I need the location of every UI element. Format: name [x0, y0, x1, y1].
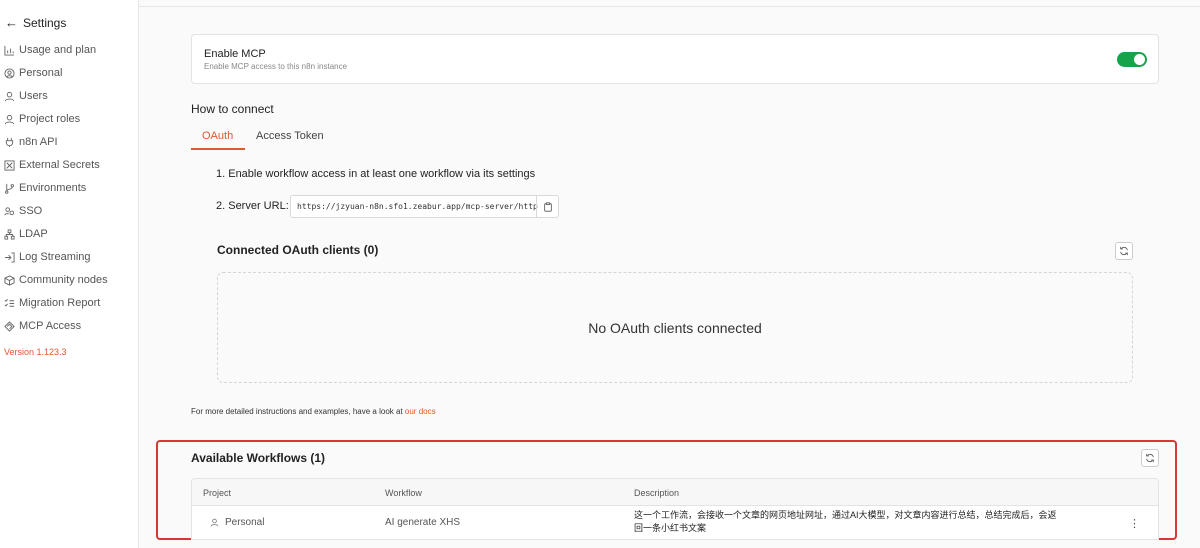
version-label: Version 1.123.3	[4, 347, 67, 357]
connect-tabs: OAuth Access Token	[191, 126, 361, 150]
docs-link[interactable]: our docs	[405, 407, 436, 416]
sidebar-item-usage-and-plan[interactable]: Usage and plan	[4, 42, 96, 58]
sidebar-item-project-roles[interactable]: Project roles	[4, 111, 80, 127]
plug-icon	[4, 137, 15, 148]
table-header: Project Workflow Description	[192, 479, 1158, 506]
enable-mcp-toggle[interactable]	[1117, 52, 1147, 67]
refresh-workflows-button[interactable]	[1141, 449, 1159, 467]
mcp-icon	[4, 320, 15, 332]
sidebar-item-ldap[interactable]: LDAP	[4, 226, 48, 242]
copy-url-button[interactable]	[536, 196, 558, 217]
sidebar-item-migration-report[interactable]: Migration Report	[4, 295, 100, 311]
server-url-value[interactable]: https://jzyuan-n8n.sfo1.zeabur.app/mcp-s…	[297, 202, 538, 211]
sidebar-title: Settings	[23, 15, 67, 30]
oauth-clients-empty-state: No OAuth clients connected	[217, 272, 1133, 383]
row-project: Personal	[210, 517, 264, 528]
sidebar-item-users[interactable]: Users	[4, 88, 48, 104]
refresh-icon	[1120, 246, 1128, 256]
sidebar-item-log-streaming[interactable]: Log Streaming	[4, 249, 91, 265]
user-icon	[4, 91, 15, 102]
users-icon	[4, 206, 15, 217]
oauth-clients-title: Connected OAuth clients (0)	[217, 243, 379, 257]
server-url-field[interactable]: https://jzyuan-n8n.sfo1.zeabur.app/mcp-s…	[290, 195, 559, 218]
vault-icon	[4, 159, 15, 171]
how-to-connect-heading: How to connect	[191, 102, 274, 116]
sidebar-item-label: Usage and plan	[19, 44, 97, 56]
tab-oauth[interactable]: OAuth	[202, 130, 233, 142]
column-header-workflow: Workflow	[385, 488, 422, 498]
row-project-name: Personal	[225, 517, 265, 528]
top-divider	[139, 6, 1200, 7]
list-check-icon	[4, 298, 15, 309]
sidebar-item-label: MCP Access	[19, 320, 82, 332]
sidebar-item-label: Migration Report	[19, 297, 101, 309]
enable-mcp-card: Enable MCP Enable MCP access to this n8n…	[191, 34, 1159, 84]
log-in-icon	[4, 251, 15, 263]
row-workflow-name[interactable]: AI generate XHS	[385, 517, 460, 528]
docs-note: For more detailed instructions and examp…	[191, 407, 436, 416]
step-1-text: 1. Enable workflow access in at least on…	[216, 168, 536, 180]
docs-text: For more detailed instructions and examp…	[191, 407, 403, 416]
arrow-left-icon: ←	[5, 15, 18, 30]
user-icon	[4, 114, 15, 125]
row-description: 这一个工作流，会接收一个文章的网页地址网址，通过AI大模型，对文章内容进行总结，…	[634, 510, 1057, 533]
active-tab-indicator	[191, 148, 245, 150]
refresh-oauth-button[interactable]	[1115, 242, 1133, 260]
settings-sidebar: ← Settings Usage and plan Personal Users…	[0, 0, 139, 548]
row-actions-icon[interactable]: ⋮	[1129, 517, 1140, 530]
column-header-project: Project	[203, 488, 232, 498]
sidebar-item-label: External Secrets	[19, 159, 100, 171]
bar-chart-icon	[4, 45, 15, 56]
box-icon	[4, 274, 15, 286]
git-branch-icon	[4, 183, 15, 194]
sidebar-item-n8n-api[interactable]: n8n API	[4, 134, 58, 150]
user-icon	[210, 518, 219, 527]
back-to-settings[interactable]: ← Settings	[5, 15, 66, 30]
sidebar-item-label: Users	[19, 90, 48, 102]
column-header-description: Description	[634, 488, 680, 498]
tab-access-token[interactable]: Access Token	[256, 130, 324, 142]
sidebar-item-label: Environments	[19, 182, 87, 194]
sidebar-item-label: LDAP	[19, 228, 48, 240]
clipboard-icon	[543, 201, 552, 212]
sidebar-item-label: Community nodes	[19, 274, 108, 286]
enable-mcp-title: Enable MCP	[204, 48, 266, 60]
sidebar-item-label: Personal	[19, 67, 63, 79]
sidebar-item-external-secrets[interactable]: External Secrets	[4, 157, 100, 173]
sidebar-item-label: SSO	[19, 205, 43, 217]
sidebar-item-mcp-access[interactable]: MCP Access	[4, 318, 81, 334]
enable-mcp-subtitle: Enable MCP access to this n8n instance	[204, 62, 348, 71]
sidebar-item-personal[interactable]: Personal	[4, 65, 62, 81]
workflows-table: Project Workflow Description Personal AI…	[191, 478, 1159, 540]
network-icon	[4, 228, 15, 240]
user-circle-icon	[4, 67, 15, 79]
available-workflows-title: Available Workflows (1)	[191, 451, 326, 465]
step-2-label: 2. Server URL:	[216, 200, 289, 212]
sidebar-item-environments[interactable]: Environments	[4, 180, 86, 196]
toggle-knob	[1134, 54, 1145, 65]
sidebar-item-community-nodes[interactable]: Community nodes	[4, 272, 108, 288]
main-content: Enable MCP Enable MCP access to this n8n…	[139, 0, 1200, 548]
refresh-icon	[1146, 453, 1154, 463]
empty-state-text: No OAuth clients connected	[588, 320, 762, 336]
sidebar-item-label: Project roles	[19, 113, 81, 125]
sidebar-item-label: Log Streaming	[19, 251, 91, 263]
sidebar-item-label: n8n API	[19, 136, 58, 148]
sidebar-item-sso[interactable]: SSO	[4, 203, 42, 219]
